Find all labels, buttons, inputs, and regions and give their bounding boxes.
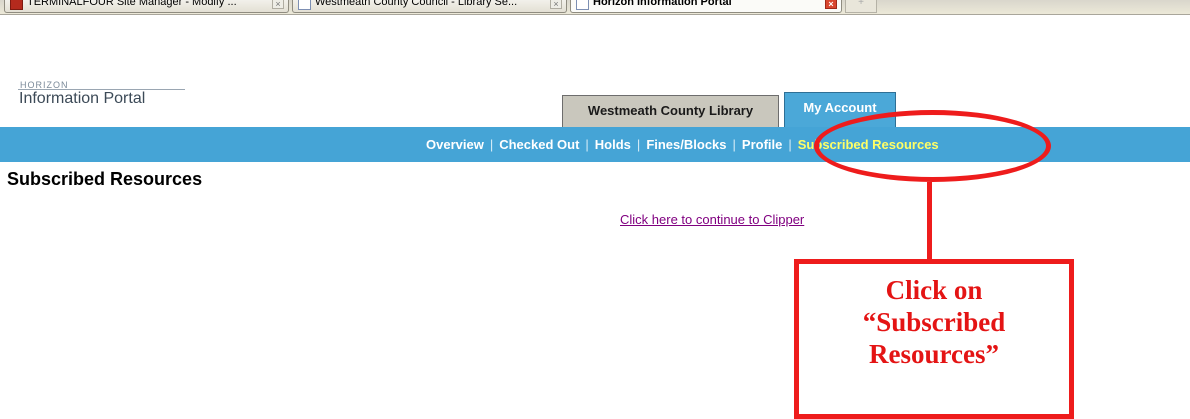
browser-tab-label: Horizon Information Portal	[593, 0, 732, 8]
nav-separator: |	[636, 137, 641, 152]
browser-tab[interactable]: Westmeath County Council - Library Se...…	[292, 0, 567, 13]
annotation-connector	[927, 182, 932, 260]
logo-title: Information Portal	[19, 90, 146, 107]
tab-westmeath-county-library[interactable]: Westmeath County Library	[562, 95, 779, 127]
close-icon[interactable]: ×	[550, 0, 562, 9]
browser-tab-strip: TERMINALFOUR Site Manager - Modify ... ×…	[0, 0, 1190, 15]
nav-holds[interactable]: Holds	[595, 137, 631, 152]
nav-separator: |	[585, 137, 589, 152]
page-icon	[298, 0, 311, 10]
nav-profile[interactable]: Profile	[742, 137, 782, 152]
new-tab-button[interactable]: +	[845, 0, 877, 13]
browser-tab-label: TERMINALFOUR Site Manager - Modify ...	[27, 0, 237, 8]
site-favicon-icon	[10, 0, 23, 10]
tab-label: Westmeath County Library	[587, 103, 754, 118]
continue-to-clipper-link[interactable]: Click here to continue to Clipper	[620, 212, 804, 227]
nav-overview[interactable]: Overview	[426, 137, 484, 152]
browser-tab-active[interactable]: Horizon Information Portal ×	[570, 0, 842, 13]
page-icon	[576, 0, 589, 10]
nav-fines-blocks[interactable]: Fines/Blocks	[646, 137, 726, 152]
close-icon[interactable]: ×	[272, 0, 284, 9]
tab-label: My Account	[803, 100, 877, 115]
browser-tab[interactable]: TERMINALFOUR Site Manager - Modify ... ×	[4, 0, 289, 13]
close-icon[interactable]: ×	[825, 0, 837, 9]
nav-separator: |	[788, 137, 792, 152]
callout-text: Click on “Subscribed Resources”	[862, 275, 1006, 369]
nav-separator: |	[732, 137, 736, 152]
instruction-callout: Click on “Subscribed Resources”	[794, 259, 1074, 419]
nav-checked-out[interactable]: Checked Out	[499, 137, 579, 152]
browser-tab-label: Westmeath County Council - Library Se...	[315, 0, 518, 8]
highlight-ellipse	[814, 110, 1051, 182]
page-title: Subscribed Resources	[7, 169, 203, 189]
nav-separator: |	[489, 137, 494, 152]
